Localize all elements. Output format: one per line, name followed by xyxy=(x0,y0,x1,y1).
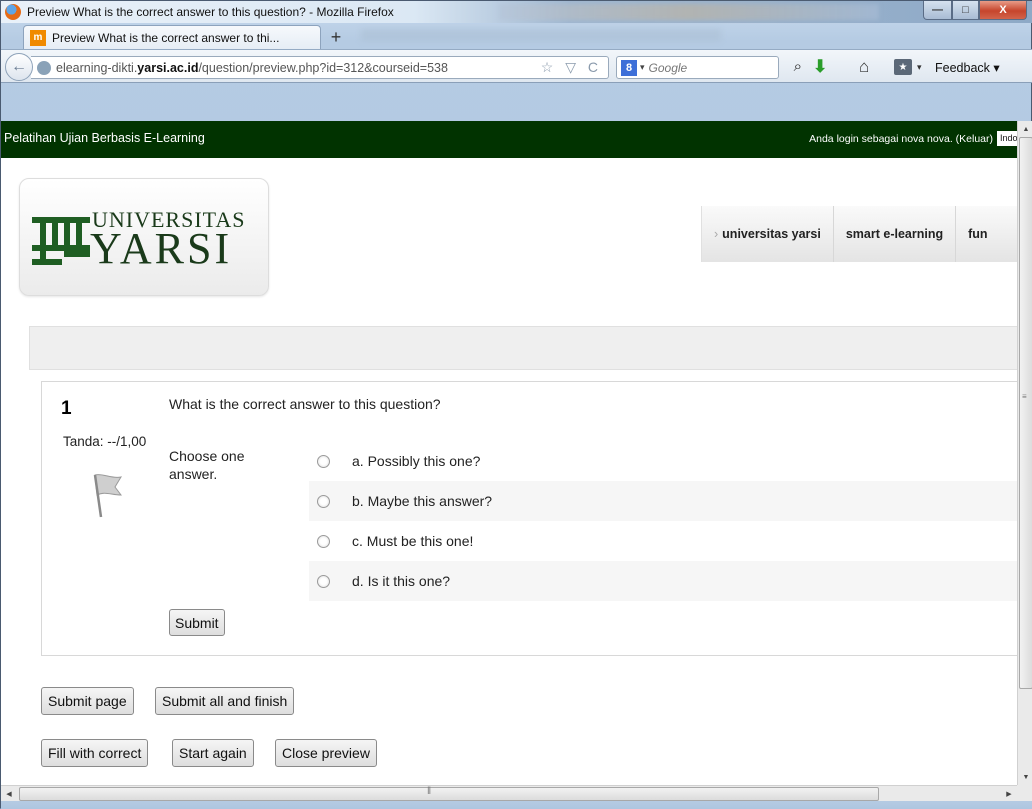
navigation-bar: elearning-dikti.yarsi.ac.id/question/pre… xyxy=(1,49,1032,83)
login-info[interactable]: Anda login sebagai nova nova. (Keluar) xyxy=(809,133,993,145)
flag-icon[interactable] xyxy=(87,471,127,521)
maximize-button[interactable]: □ xyxy=(952,1,979,20)
search-bar[interactable]: 8 ▾ Google ⌕ xyxy=(616,56,802,79)
scroll-right-icon[interactable]: ▶ xyxy=(1001,786,1017,802)
submit-question-button[interactable]: Submit xyxy=(169,609,225,636)
top-navigation: › universitas yarsi smart e-learning fun xyxy=(701,206,1017,262)
answer-label[interactable]: d. Is it this one? xyxy=(352,573,450,589)
answer-label[interactable]: a. Possibly this one? xyxy=(352,453,480,469)
scrollbar-corner xyxy=(1017,785,1032,801)
question-text: What is the correct answer to this quest… xyxy=(169,396,441,412)
content-header-strip xyxy=(29,326,1017,370)
globe-icon xyxy=(37,60,51,75)
bookmarks-dropdown-icon[interactable]: ▾ xyxy=(917,62,922,73)
scroll-down-icon[interactable]: ▼ xyxy=(1018,769,1032,785)
answer-radio[interactable] xyxy=(317,574,330,588)
new-tab-button[interactable]: + xyxy=(323,27,349,47)
back-button[interactable]: ← xyxy=(5,53,33,81)
answer-list: a. Possibly this one? b. Maybe this answ… xyxy=(309,441,1017,601)
browser-window: Preview What is the correct answer to th… xyxy=(0,0,1032,809)
search-icon[interactable]: ⌕ xyxy=(794,58,802,75)
close-preview-button[interactable]: Close preview xyxy=(275,739,377,767)
answer-radio[interactable] xyxy=(317,494,330,508)
submit-all-button[interactable]: Submit all and finish xyxy=(155,687,295,715)
horizontal-scroll-thumb[interactable] xyxy=(19,787,879,801)
chevron-down-icon[interactable]: ▾ xyxy=(640,62,645,73)
url-domain: yarsi.ac.id xyxy=(137,60,199,75)
answer-radio[interactable] xyxy=(317,534,330,548)
nav-item-label: universitas yarsi xyxy=(722,227,821,241)
answer-radio[interactable] xyxy=(317,454,330,468)
minimize-button[interactable]: — xyxy=(923,1,952,20)
horizontal-scrollbar[interactable]: ◀ ‖ ▶ xyxy=(1,785,1017,801)
question-prompt: Choose one answer. xyxy=(169,448,245,482)
vertical-scrollbar[interactable]: ▲ ≡ ▼ xyxy=(1017,121,1032,785)
feedback-button[interactable]: Feedback ▾ xyxy=(935,60,1000,75)
nav-item-smart-elearning[interactable]: smart e-learning xyxy=(834,206,957,262)
site-name[interactable]: Pelatihan Ujian Berbasis E-Learning xyxy=(4,131,205,145)
url-text[interactable]: elearning-dikti.yarsi.ac.id/question/pre… xyxy=(56,61,526,75)
tab-bar: m Preview What is the correct answer to … xyxy=(1,23,1032,49)
nav-item-label: smart e-learning xyxy=(845,227,944,241)
fill-correct-button[interactable]: Fill with correct xyxy=(41,739,149,767)
yarsi-emblem-icon xyxy=(32,217,90,265)
url-bar[interactable]: elearning-dikti.yarsi.ac.id/question/pre… xyxy=(31,56,609,79)
url-prefix: elearning-dikti. xyxy=(56,60,138,75)
taskbar-blur xyxy=(499,4,879,20)
question-mark: Tanda: --/1,00 xyxy=(63,434,147,449)
vertical-scroll-thumb[interactable] xyxy=(1019,137,1032,689)
scroll-grip-icon: ≡ xyxy=(1022,392,1027,401)
url-path: /question/preview.php?id=312&courseid=53… xyxy=(198,60,448,75)
google-search-icon[interactable]: 8 xyxy=(621,59,637,76)
answer-label[interactable]: b. Maybe this answer? xyxy=(352,493,492,509)
answer-option-d[interactable]: d. Is it this one? xyxy=(309,561,1017,601)
submit-page-button[interactable]: Submit page xyxy=(41,687,134,715)
moodle-favicon-icon: m xyxy=(30,29,46,46)
nav-item-fun[interactable]: fun xyxy=(956,206,987,262)
answer-option-a[interactable]: a. Possibly this one? xyxy=(309,441,1017,481)
nav-item-label: fun xyxy=(968,227,988,241)
home-icon[interactable]: ⌂ xyxy=(859,56,869,78)
close-window-button[interactable]: X xyxy=(979,1,1027,20)
university-logo[interactable]: UNIVERSITAS YARSI xyxy=(19,178,269,296)
scroll-up-icon[interactable]: ▲ xyxy=(1018,121,1032,137)
question-number: 1 xyxy=(61,398,72,419)
tab-preview[interactable]: m Preview What is the correct answer to … xyxy=(23,25,321,49)
scroll-grip-icon: ‖ xyxy=(427,786,432,797)
window-title: Preview What is the correct answer to th… xyxy=(27,5,394,19)
chevron-right-icon: › xyxy=(714,227,719,241)
logo-text-yarsi: YARSI xyxy=(90,224,233,273)
site-header-bar: Pelatihan Ujian Berbasis E-Learning Anda… xyxy=(1,121,1017,158)
title-bar: Preview What is the correct answer to th… xyxy=(1,1,1032,23)
url-bar-icons[interactable]: ☆ ▽ C xyxy=(541,59,602,76)
start-again-button[interactable]: Start again xyxy=(172,739,254,767)
scroll-left-icon[interactable]: ◀ xyxy=(1,786,17,802)
nav-item-universitas-yarsi[interactable]: › universitas yarsi xyxy=(702,206,834,262)
answer-option-b[interactable]: b. Maybe this answer? xyxy=(309,481,1017,521)
back-arrow-icon: ← xyxy=(11,58,27,75)
answer-option-c[interactable]: c. Must be this one! xyxy=(309,521,1017,561)
firefox-logo-icon xyxy=(5,4,21,20)
tab-label: Preview What is the correct answer to th… xyxy=(52,30,280,45)
blurred-area xyxy=(361,29,721,41)
answer-label[interactable]: c. Must be this one! xyxy=(352,533,473,549)
language-select[interactable]: Indonesia xyxy=(997,131,1017,146)
search-placeholder: Google xyxy=(648,60,688,75)
download-icon[interactable]: ⬇ xyxy=(813,56,827,78)
bookmarks-icon[interactable]: ★ xyxy=(894,59,912,75)
